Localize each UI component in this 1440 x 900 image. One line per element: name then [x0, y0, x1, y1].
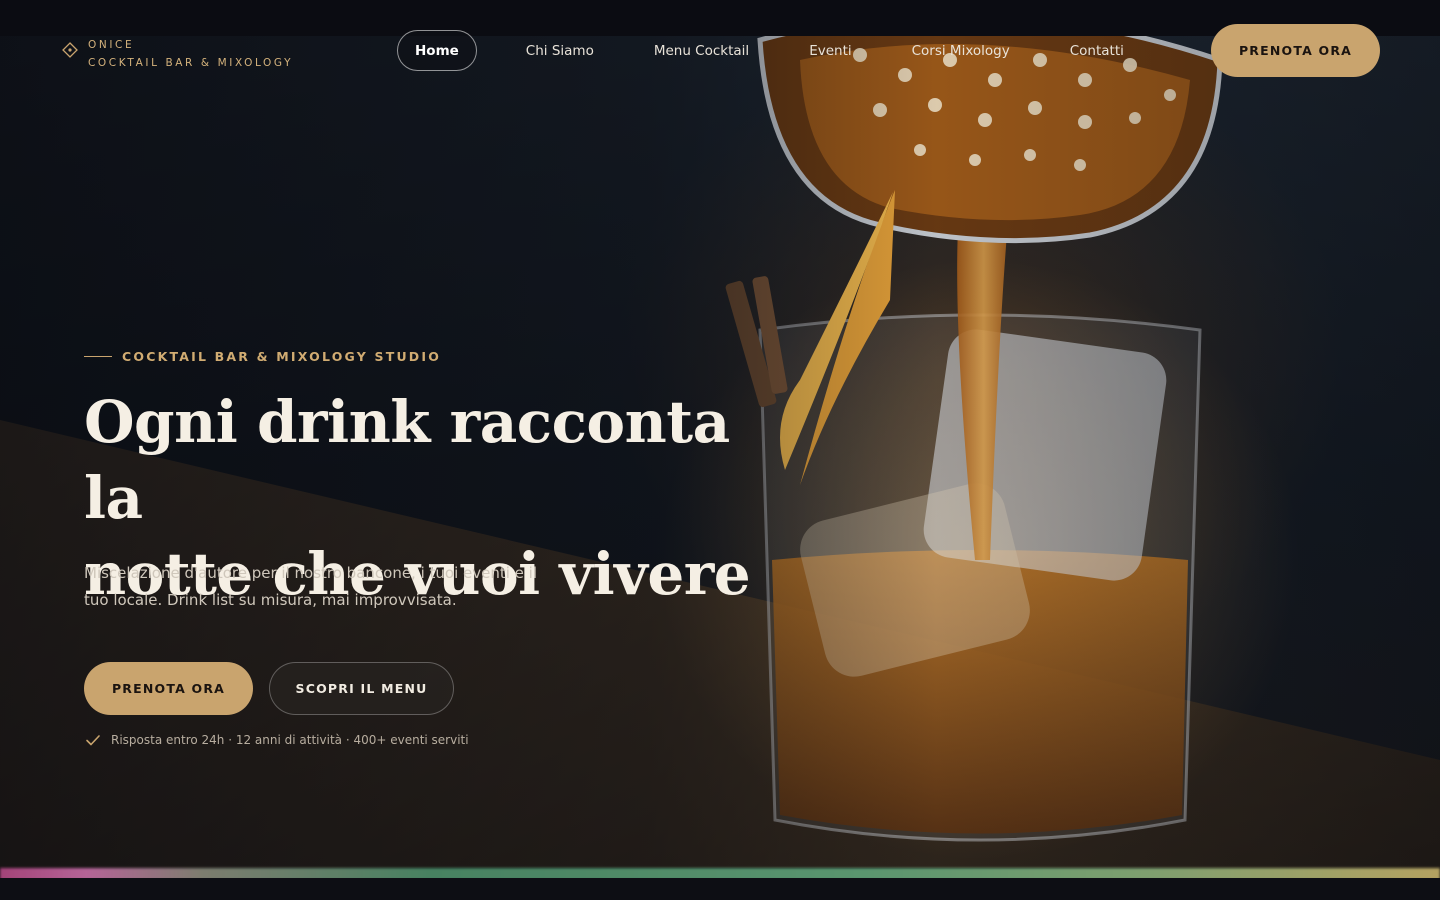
- discover-menu-button[interactable]: SCOPRI IL MENU: [269, 662, 454, 715]
- main-nav: Home Chi Siamo Menu Cocktail Eventi Cors…: [397, 30, 1125, 71]
- hero-cta-group: PRENOTA ORA SCOPRI IL MENU: [84, 662, 454, 715]
- nav-item-contatti[interactable]: Contatti: [1069, 30, 1125, 71]
- book-now-button[interactable]: PRENOTA ORA: [84, 662, 253, 715]
- brand-text: ONICE COCKTAIL BAR & MIXOLOGY: [88, 36, 293, 72]
- nav-item-menu-cocktail[interactable]: Menu Cocktail: [653, 30, 750, 71]
- headline-line-1: Ogni drink racconta la: [84, 388, 730, 532]
- nav-item-eventi[interactable]: Eventi: [808, 30, 852, 71]
- trust-line: Risposta entro 24h · 12 anni di attività…: [85, 732, 469, 748]
- nav-item-chi-siamo[interactable]: Chi Siamo: [525, 30, 595, 71]
- brand-name: ONICE: [88, 39, 135, 51]
- nav-item-home[interactable]: Home: [397, 30, 477, 71]
- header-book-button[interactable]: PRENOTA ORA: [1211, 24, 1380, 77]
- trust-text: Risposta entro 24h · 12 anni di attività…: [111, 733, 469, 747]
- eyebrow-divider: [84, 356, 112, 357]
- brand-logo[interactable]: ONICE COCKTAIL BAR & MIXOLOGY: [62, 36, 293, 72]
- hero-subtext: Miscelazione d'autore per il nostro banc…: [84, 564, 538, 609]
- hero-eyebrow: COCKTAIL BAR & MIXOLOGY STUDIO: [84, 349, 441, 364]
- eyebrow-text: COCKTAIL BAR & MIXOLOGY STUDIO: [122, 349, 442, 364]
- diamond-logo-icon: [62, 42, 78, 58]
- check-icon: [86, 735, 100, 746]
- brand-tagline: COCKTAIL BAR & MIXOLOGY: [88, 57, 294, 69]
- nav-item-corsi-mixology[interactable]: Corsi Mixology: [911, 30, 1011, 71]
